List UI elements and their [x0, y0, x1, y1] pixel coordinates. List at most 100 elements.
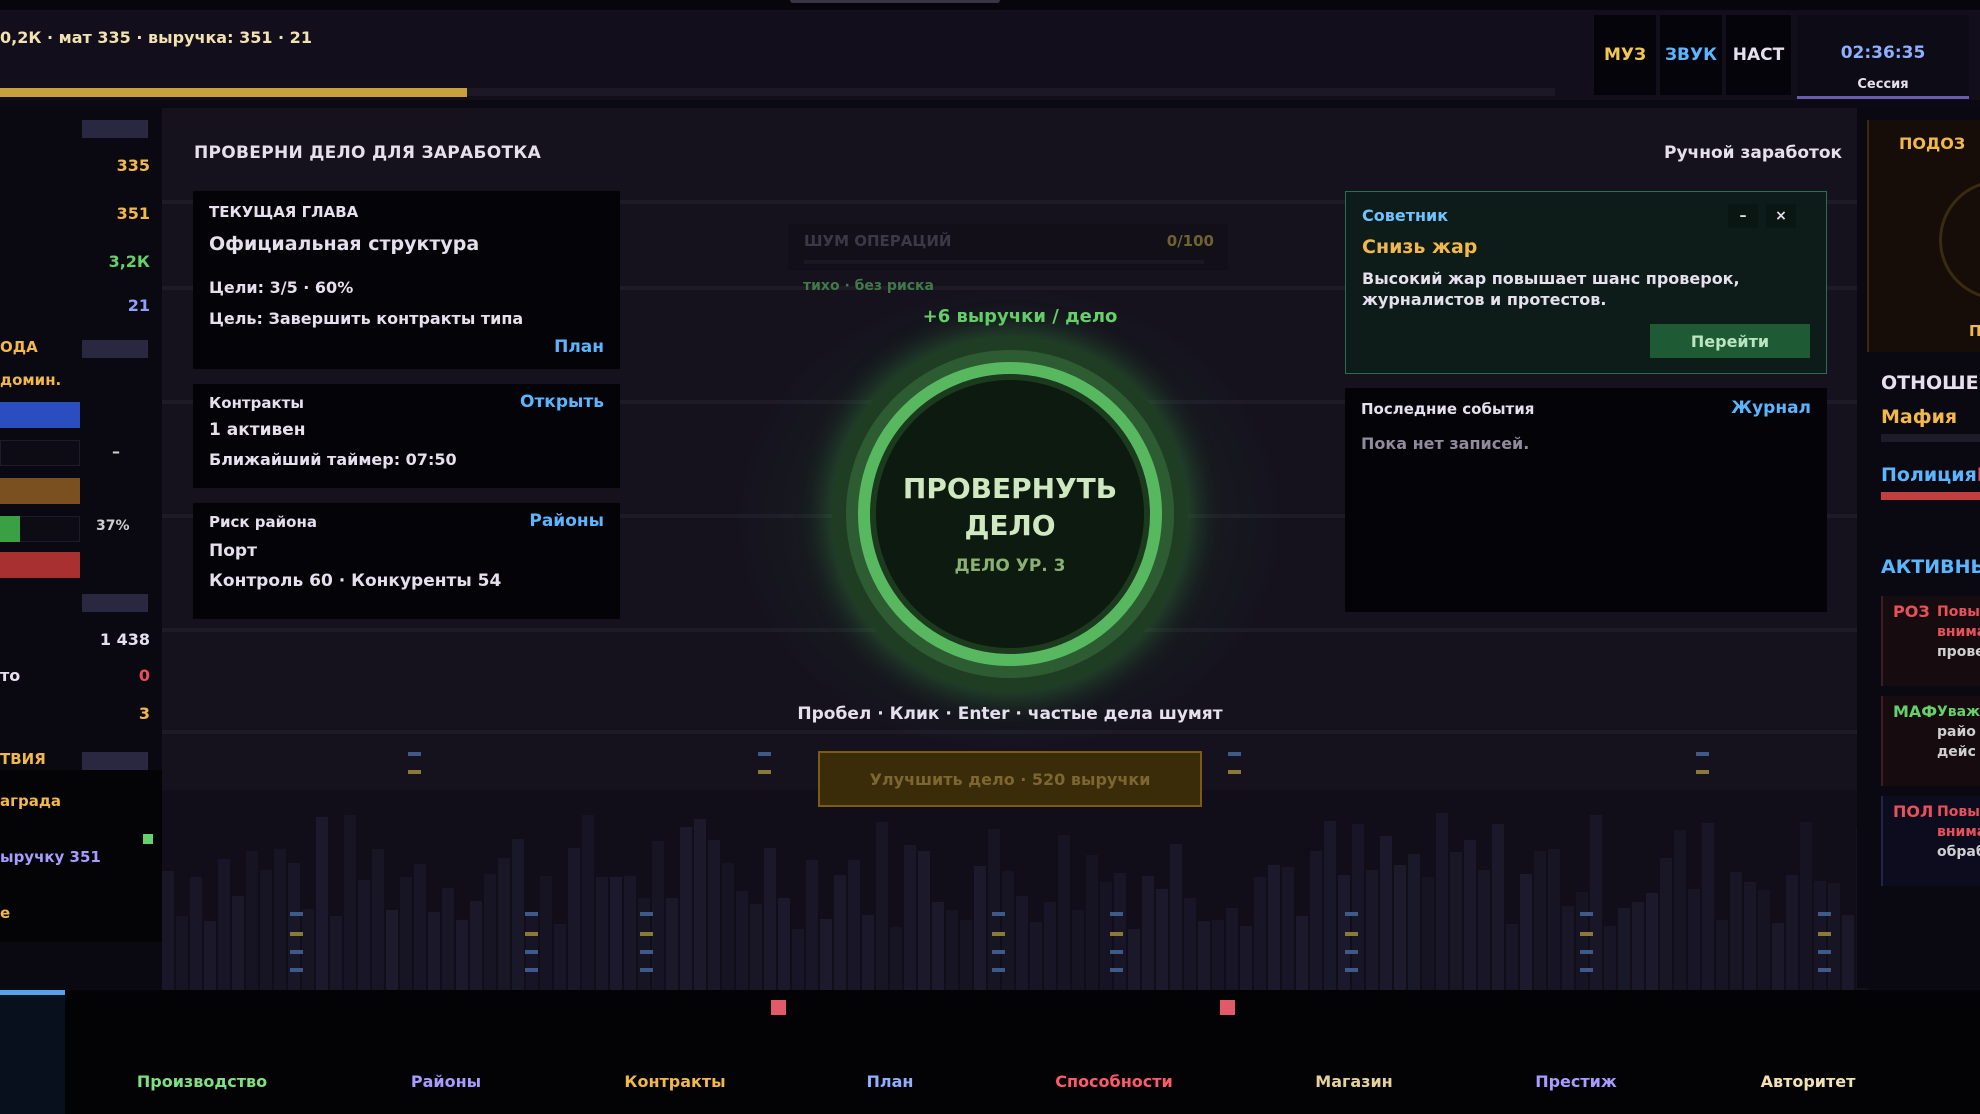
nav-production[interactable]: Производство: [102, 1072, 302, 1091]
skyline-building: [890, 927, 902, 990]
skyline-building: [1058, 835, 1070, 990]
advisor-panel: Советник – × Снизь жар Высокий жар повыш…: [1345, 191, 1827, 374]
window-light: [1818, 932, 1831, 936]
window-light: [290, 950, 303, 954]
skyline-building: [456, 920, 468, 990]
go-button[interactable]: Перейти: [1650, 324, 1810, 358]
bottom-nav: [0, 990, 1980, 1114]
nav-contracts[interactable]: Контракты: [575, 1072, 775, 1091]
skyline-building: [1156, 889, 1168, 990]
effect-line: Повы: [1937, 804, 1980, 820]
skyline-building: [778, 898, 790, 990]
skyline-building: [792, 929, 804, 990]
meter-bar-empty: [0, 440, 80, 466]
window-light: [1110, 968, 1123, 972]
section-pill: [82, 340, 148, 358]
skyline-building: [1744, 882, 1756, 990]
do-case-button[interactable]: ПРОВЕРНУТЬ ДЕЛО ДЕЛО УР. 3: [858, 362, 1162, 666]
open-contracts-link[interactable]: Открыть: [520, 392, 604, 412]
effect-card[interactable]: МАФ Уваж райо дейс: [1881, 696, 1980, 786]
reward-desc: ыручку 351: [0, 848, 101, 866]
plan-link[interactable]: План: [554, 337, 604, 357]
progress-fill: [0, 88, 467, 97]
skyline-building: [736, 891, 748, 990]
sound-button[interactable]: ЗВУК: [1660, 15, 1722, 95]
minimize-button[interactable]: –: [1728, 204, 1758, 228]
window-light: [1580, 950, 1593, 954]
window-light: [1696, 770, 1709, 774]
skyline-building: [1618, 908, 1630, 990]
skyline-building: [960, 920, 972, 990]
skyline-building: [386, 910, 398, 990]
skyline-building: [1576, 892, 1588, 990]
window-light: [290, 912, 303, 916]
skyline-building: [568, 848, 580, 990]
section-sublabel: домин.: [0, 371, 62, 389]
skyline-building: [274, 849, 286, 990]
chapter-title: Официальная структура: [209, 233, 480, 255]
skyline-building: [1464, 840, 1476, 990]
window-light: [525, 968, 538, 972]
stat-pill: [82, 594, 148, 612]
window-light: [1110, 912, 1123, 916]
mafia-label: Мафия: [1881, 406, 1958, 428]
reward-card[interactable]: аграда ыручку 351 е: [0, 770, 162, 942]
suspicion-title: ПОДОЗ: [1899, 134, 1966, 153]
settings-button[interactable]: НАСТ: [1726, 15, 1791, 95]
skyline-building: [1632, 902, 1644, 990]
stat-value: 3,2К: [108, 252, 150, 271]
window-light: [758, 752, 771, 756]
contracts-active: 1 активен: [209, 420, 306, 440]
music-button[interactable]: МУЗ: [1594, 15, 1656, 95]
districts-link[interactable]: Районы: [529, 511, 604, 531]
skyline-building: [344, 815, 356, 990]
window-light: [408, 770, 421, 774]
skyline-building: [1282, 867, 1294, 990]
reward-title: аграда: [0, 792, 62, 810]
nav-districts[interactable]: Районы: [346, 1072, 546, 1091]
upgrade-case-button[interactable]: Улучшить дело · 520 выручки: [818, 751, 1202, 807]
nav-selected-tab[interactable]: [0, 990, 65, 1114]
skyline-building: [1422, 877, 1434, 990]
window-light: [758, 770, 771, 774]
window-light: [1228, 752, 1241, 756]
noise-status: тихо · без риска: [803, 278, 934, 294]
skyline-building: [1520, 874, 1532, 990]
skyline-building: [540, 876, 552, 990]
events-empty: Пока нет записей.: [1361, 434, 1530, 453]
skyline-building: [372, 849, 384, 990]
chapter-header: ТЕКУЩАЯ ГЛАВА: [209, 203, 359, 221]
skyline-building: [470, 901, 482, 990]
skyline-building: [1128, 929, 1140, 990]
top-tab-handle[interactable]: [790, 0, 1000, 3]
advisor-text: Высокий жар повышает шанс проверок, журн…: [1362, 269, 1740, 309]
skyline-building: [1590, 815, 1602, 990]
close-button[interactable]: ×: [1766, 204, 1796, 228]
window-light: [290, 932, 303, 936]
skyline-building: [1562, 906, 1574, 990]
skyline-building: [1324, 821, 1336, 990]
chapter-goal: Цель: Завершить контракты типа: [209, 309, 524, 328]
skyline-building: [498, 858, 510, 990]
skyline-building: [1142, 876, 1154, 990]
effect-card[interactable]: ПОЛ Повы внима обраб: [1881, 796, 1980, 886]
contracts-timer: Ближайший таймер: 07:50: [209, 450, 457, 469]
journal-link[interactable]: Журнал: [1731, 398, 1811, 418]
effect-card[interactable]: РОЗ Повы внима прове: [1881, 596, 1980, 686]
nav-authority[interactable]: Авторитет: [1708, 1072, 1908, 1091]
effect-line: обраб: [1937, 844, 1980, 860]
district-name: Порт: [209, 541, 257, 561]
nav-abilities[interactable]: Способности: [1014, 1072, 1214, 1091]
clock-time: 02:36:35: [1840, 43, 1926, 63]
nav-prestige[interactable]: Престиж: [1476, 1072, 1676, 1091]
window-light: [1818, 912, 1831, 916]
nav-plan[interactable]: План: [790, 1072, 990, 1091]
skyline-building: [652, 841, 664, 990]
skyline-building: [1408, 854, 1420, 990]
window-light: [290, 968, 303, 972]
skyline-building: [876, 822, 888, 990]
skyline-building: [1240, 926, 1252, 990]
reward-extra: е: [0, 904, 11, 922]
skyline-building: [1016, 896, 1028, 990]
nav-shop[interactable]: Магазин: [1254, 1072, 1454, 1091]
